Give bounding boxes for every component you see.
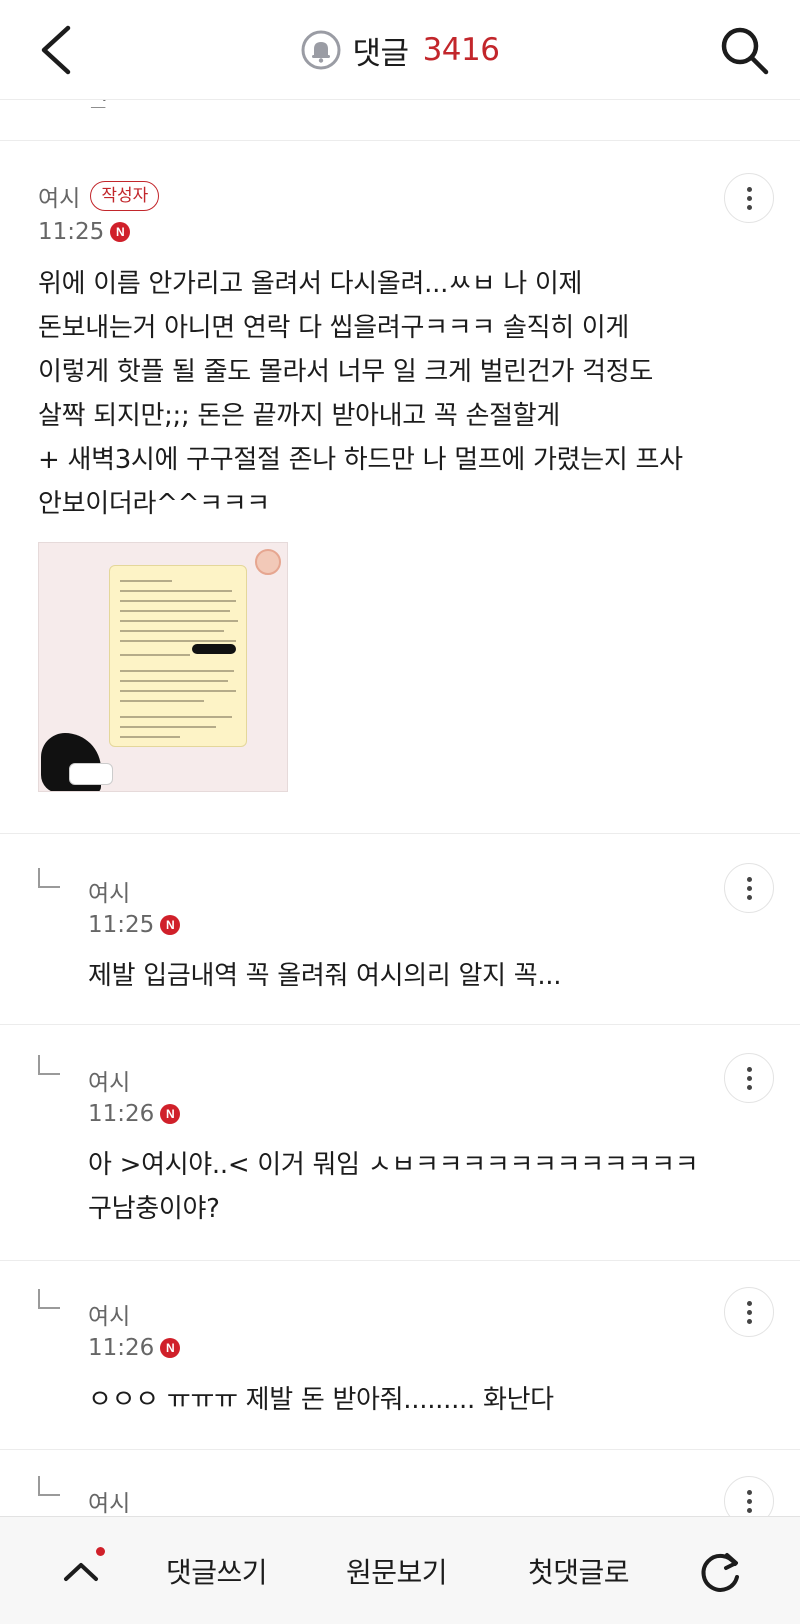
sticker-image [69,763,113,785]
comment-line: 구남충이야? [88,1194,220,1224]
reply-arrow-icon [38,1289,60,1309]
comment-line: 돈보내는거 아니면 연락 다 씹을려구ㅋㅋㅋ 솔직히 이게 [38,313,630,343]
comment-line: 안보이더라^^ㅋㅋㅋ [38,489,270,519]
comment-author: 여시 [88,1491,131,1517]
comment-author-row: 여시 [88,874,130,908]
comment-time: 11:25 [88,912,155,938]
more-options-button[interactable] [724,863,774,913]
comment-author: 여시 [88,1304,131,1330]
writer-badge: 작성자 [90,181,160,211]
comment-time-row: 11:25 N [38,219,131,245]
comment-author: 여시 [88,881,131,907]
divider [0,1449,800,1450]
notification-dot [96,1547,105,1556]
reply-arrow-icon [38,1055,60,1075]
bell-icon[interactable] [301,30,341,70]
comments-screen: 댓글 3416 ㅋㅋ 여시 작성자 11:25 N 위에 이름 안가리고 올려서… [0,0,800,1624]
comment-author: 여시 [88,1070,131,1096]
comment-line: 제발 입금내역 꼭 올려줘 여시의리 알지 꼭... [88,961,562,991]
view-original-button[interactable]: 원문보기 [346,1551,448,1591]
sticker-face-icon [255,549,281,575]
new-badge-icon: N [160,1104,181,1124]
comment-author-row: 여시 [88,1297,130,1331]
header-title-group: 댓글 3416 [0,0,800,100]
comment-line: 이렇게 핫플 될 줄도 몰라서 너무 일 크게 벌린건가 걱정도 [38,357,653,387]
refresh-button[interactable] [696,1547,746,1597]
bottom-action-bar: 댓글쓰기 원문보기 첫댓글로 [0,1516,800,1624]
comment-time-row: 11:26 N [88,1101,181,1127]
comment-author-row: 여시 [88,1063,130,1097]
comment-body: ㅇㅇㅇ ㅠㅠㅠ 제발 돈 받아줘......... 화난다 [88,1378,554,1422]
comment-line: 위에 이름 안가리고 올려서 다시올려...ㅆㅂ 나 이제 [38,269,583,299]
reply-arrow-icon [38,868,60,888]
comment-line: 살짝 되지만;;; 돈은 끝까지 받아내고 꼭 손절할게 [38,401,560,431]
comment-time: 11:25 [38,219,105,245]
page-title: 댓글 [352,35,410,72]
more-options-button[interactable] [724,1287,774,1337]
comment-time: 11:26 [88,1101,155,1127]
comment-time-row: 11:25 N [88,912,181,938]
comment-line: 아 >여시야..< 이거 뭐임 ㅅㅂㅋㅋㅋㅋㅋㅋㅋㅋㅋㅋㅋㅋ [88,1150,699,1180]
divider [0,140,800,141]
first-comment-button[interactable]: 첫댓글로 [528,1551,630,1591]
refresh-icon [701,1553,739,1592]
comment-body: 제발 입금내역 꼭 올려줘 여시의리 알지 꼭... [88,954,562,998]
comment-author-row: 여시 작성자 [38,179,160,213]
comment-author: 여시 [38,186,81,212]
comment-body: 위에 이름 안가리고 올려서 다시올려...ㅆㅂ 나 이제 돈보내는거 아니면 … [38,262,683,526]
search-icon [721,27,769,75]
divider [0,1260,800,1261]
memo-note-image [109,565,247,747]
comment-time: 11:26 [88,1335,155,1361]
comment-time-row: 11:26 N [88,1335,181,1361]
more-options-button[interactable] [724,1053,774,1103]
write-comment-button[interactable]: 댓글쓰기 [166,1551,268,1591]
comment-count: 3416 [422,32,500,68]
divider [0,833,800,834]
attached-image[interactable] [38,542,288,792]
comment-body: 아 >여시야..< 이거 뭐임 ㅅㅂㅋㅋㅋㅋㅋㅋㅋㅋㅋㅋㅋㅋ 구남충이야? [88,1143,699,1231]
more-options-button[interactable] [724,173,774,223]
comment-line: + 새벽3시에 구구절절 존나 하드만 나 멀프에 가렸는지 프사 [38,445,683,475]
new-badge-icon: N [160,915,181,935]
reply-arrow-icon [38,1476,60,1496]
new-badge-icon: N [160,1338,181,1358]
top-bar: 댓글 3416 [0,0,800,100]
divider [0,1024,800,1025]
new-badge-icon: N [110,222,131,242]
comment-author-row: 여시 [88,1484,130,1518]
comment-line: ㅇㅇㅇ ㅠㅠㅠ 제발 돈 받아줘......... 화난다 [88,1385,554,1415]
search-button[interactable] [714,20,774,80]
